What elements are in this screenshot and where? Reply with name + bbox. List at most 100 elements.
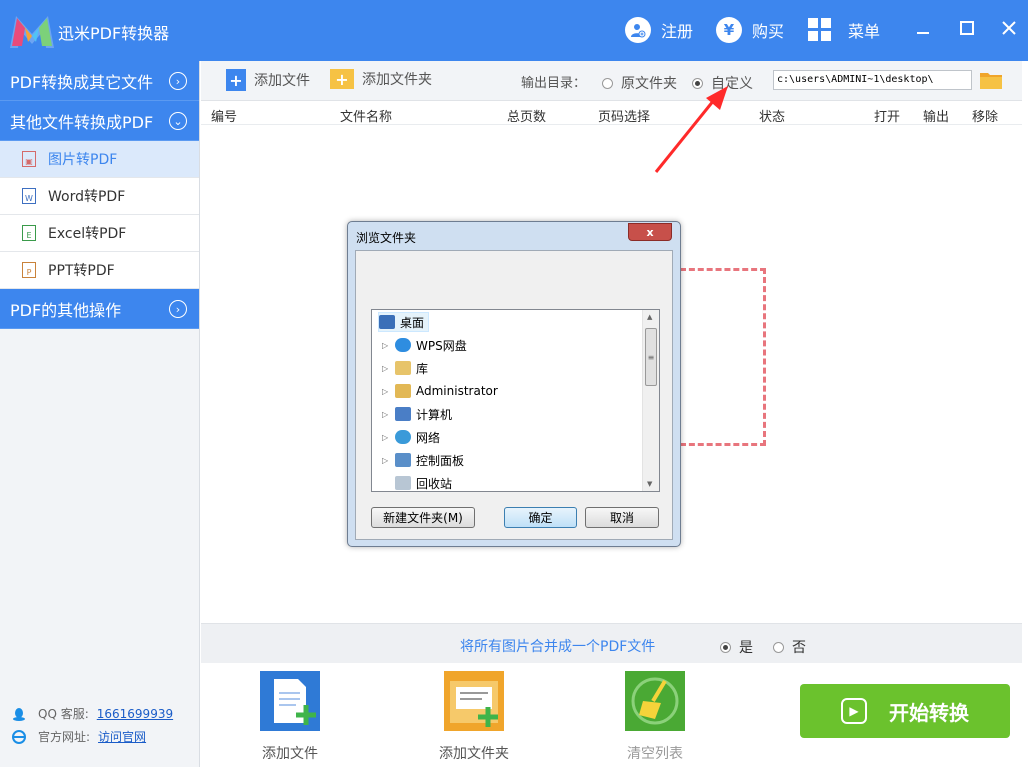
tree-item-library[interactable]: ▷ 库 [382,358,428,378]
register-label: 注册 [661,22,694,41]
expand-arrow-icon: ▷ [382,363,389,373]
tree-item-label: WPS网盘 [416,338,467,353]
user-folder-icon [395,384,411,398]
add-folder-large-icon [444,671,504,731]
section-label: 其他文件转换成PDF [10,112,154,132]
merge-yes-radio[interactable]: 是 [720,637,753,657]
qq-support: QQ 客服: 1661699939 [12,705,173,722]
excel-file-icon: E [22,225,36,241]
buy-button[interactable]: ¥ 购买 [716,14,784,46]
scroll-up-arrow-icon[interactable]: ▲ [647,313,652,321]
add-folder-label: 添加文件夹 [362,72,432,88]
bottom-add-folder-button[interactable]: 添加文件夹 [424,671,524,763]
sidebar-section-pdf-other-ops[interactable]: PDF的其他操作 › [0,289,199,329]
app-logo-icon [10,16,54,48]
scroll-down-arrow-icon[interactable]: ▼ [647,480,652,488]
col-remove: 移除 [972,110,999,125]
library-icon [395,361,411,375]
register-button[interactable]: 注册 [625,14,693,46]
yen-icon: ¥ [716,17,742,43]
tree-item-recycle-bin[interactable]: 回收站 [395,473,452,493]
start-convert-button[interactable]: ▶ 开始转换 [800,684,1010,738]
maximize-button[interactable] [955,16,979,40]
tree-item-control-panel[interactable]: ▷ 控制面板 [382,450,464,470]
bottom-add-file-button[interactable]: 添加文件 [240,671,340,763]
col-output: 输出 [923,110,950,125]
sidebar-item-label: 图片转PDF [48,152,118,168]
user-add-icon [625,17,651,43]
close-button[interactable] [997,16,1021,40]
tree-item-administrator[interactable]: ▷ Administrator [382,381,498,401]
expand-arrow-icon: ▷ [382,340,389,350]
radio-selected-icon [720,641,731,653]
radio-label: 是 [739,640,753,656]
menu-label: 菜单 [848,22,881,41]
word-file-icon: W [22,188,36,204]
minimize-button[interactable] [911,16,935,40]
recycle-bin-icon [395,476,411,490]
sidebar-item-word-to-pdf[interactable]: W Word转PDF [0,178,199,215]
close-icon [1002,21,1016,35]
output-path-input[interactable]: c:\users\ADMINI~1\desktop\ [773,70,972,90]
merge-no-radio[interactable]: 否 [773,637,806,657]
site-label: 官方网址: [38,730,91,744]
add-file-large-icon [260,671,320,731]
dialog-title: 浏览文件夹 [356,231,417,245]
buy-label: 购买 [752,22,785,41]
expand-arrow-icon: ▷ [382,432,389,442]
network-icon [395,430,411,444]
chevron-right-icon: › [169,72,187,90]
browse-folder-icon[interactable] [980,71,1002,89]
tree-item-network[interactable]: ▷ 网络 [382,427,440,447]
col-page-select: 页码选择 [598,110,651,125]
chevron-right-icon: › [169,300,187,318]
control-panel-icon [395,453,411,467]
qq-icon [13,707,25,721]
sidebar-item-ppt-to-pdf[interactable]: P PPT转PDF [0,252,199,289]
merge-options-bar: 将所有图片合并成一个PDF文件 是 否 [201,623,1022,663]
add-folder-icon: + [330,69,354,89]
dialog-close-button[interactable]: x [628,223,672,241]
ppt-file-icon: P [22,262,36,278]
tree-item-label: 计算机 [416,407,453,422]
tree-item-desktop[interactable]: 桌面 [378,312,430,332]
folder-tree[interactable]: 桌面 ▷ WPS网盘 ▷ 库 ▷ Administrator ▷ 计算机 ▷ 网… [371,309,660,492]
tree-item-computer[interactable]: ▷ 计算机 [382,404,452,424]
cancel-button[interactable]: 取消 [585,507,659,528]
radio-label: 否 [792,640,806,656]
sidebar-item-excel-to-pdf[interactable]: E Excel转PDF [0,215,199,252]
sidebar-item-image-to-pdf[interactable]: ▣ 图片转PDF [0,141,199,178]
toolbar: + 添加文件 + 添加文件夹 输出目录： 原文件夹 自定义 c:\users\A… [201,61,1022,101]
dialog-body: 桌面 ▷ WPS网盘 ▷ 库 ▷ Administrator ▷ 计算机 ▷ 网… [355,250,673,540]
menu-button[interactable]: 菜单 [808,14,880,46]
add-file-button[interactable]: + 添加文件 [226,69,310,91]
file-table-header: 编号 文件名称 总页数 页码选择 状态 打开 输出 移除 [201,101,1022,125]
bottom-add-file-label: 添加文件 [262,746,318,762]
drop-zone[interactable] [680,268,766,446]
expand-arrow-icon: ▷ [382,409,389,419]
cloud-icon [395,338,411,352]
tree-item-label: Administrator [416,384,498,398]
radio-icon [773,641,784,653]
ok-button[interactable]: 确定 [504,507,577,528]
grid-menu-icon [808,18,831,41]
qq-number-link[interactable]: 1661699939 [97,707,173,721]
sidebar-section-pdf-to-other[interactable]: PDF转换成其它文件 › [0,61,199,101]
section-label: PDF转换成其它文件 [10,72,154,92]
new-folder-button[interactable]: 新建文件夹(M) [371,507,475,528]
sidebar-section-other-to-pdf[interactable]: 其他文件转换成PDF ⌄ [0,101,199,141]
tree-item-label: 库 [416,361,429,376]
tree-item-wps-cloud[interactable]: ▷ WPS网盘 [382,335,467,355]
visit-site-link[interactable]: 访问官网 [98,728,146,745]
qq-label: QQ 客服: [38,707,89,721]
section-label: PDF的其他操作 [10,300,122,320]
scrollbar-thumb[interactable]: ≡ [645,328,657,386]
sidebar-item-label: Word转PDF [48,189,126,205]
desktop-icon [379,315,395,329]
bottom-clear-list-button[interactable]: 清空列表 [605,671,705,763]
maximize-icon [960,21,974,35]
radio-icon [602,77,613,89]
tree-scrollbar[interactable]: ▲ ≡ ▼ [642,310,659,491]
add-folder-button[interactable]: + 添加文件夹 [330,69,432,89]
computer-icon [395,407,411,421]
